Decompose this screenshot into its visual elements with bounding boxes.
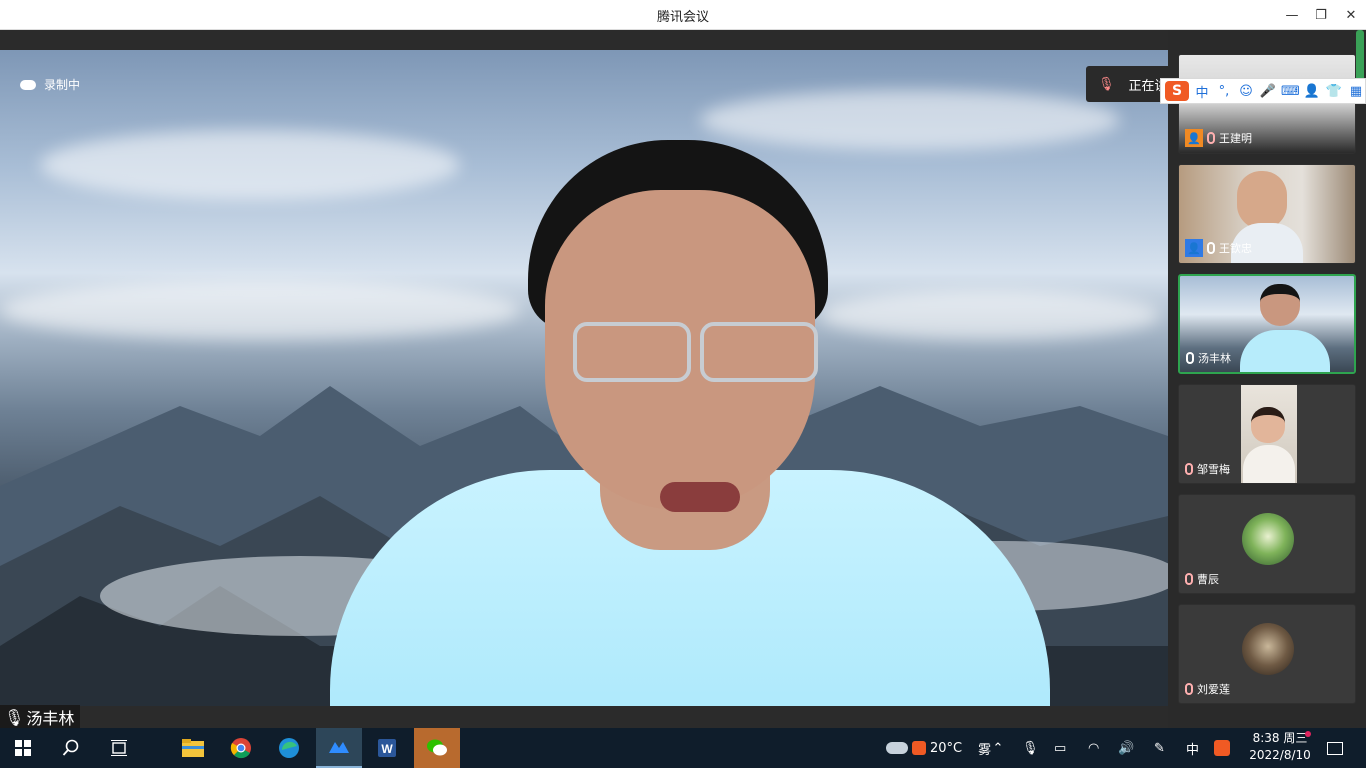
cloud-weather-icon [886,742,908,754]
word-button[interactable]: W [364,728,410,768]
glasses-right [700,322,818,382]
title-bar: 腾讯会议 — ❐ ✕ [0,0,1366,30]
participant-name: 刘爱莲 [1197,683,1230,696]
volume-icon[interactable]: 🔊 [1118,728,1134,768]
notification-dot [1305,731,1311,737]
tray-expand-button[interactable]: ⌃ [990,728,1006,768]
chrome-icon [230,738,251,759]
participant-tile[interactable]: 邹雪梅 [1178,384,1356,484]
participant-name: 曹辰 [1197,573,1219,586]
battery-icon[interactable]: ▭ [1054,728,1066,768]
pen-icon[interactable]: ✎ [1154,728,1165,768]
main-speaker-name: 汤丰林 [26,709,75,728]
weather-temp: 20°C [930,740,963,756]
speaker-mouth [660,482,740,512]
maximize-button[interactable]: ❐ [1306,0,1336,30]
participant-tile[interactable]: 👤 王建明 [1178,54,1356,154]
clock-date: 2022/8/10 [1249,748,1311,762]
edge-button[interactable] [266,728,312,768]
participant-tile[interactable]: 曹辰 [1178,494,1356,594]
word-icon: W [378,739,396,757]
chrome-button[interactable] [218,728,264,768]
cloud-icon [20,79,36,90]
minimize-button[interactable]: — [1277,0,1307,30]
participant-tile-active[interactable]: 汤丰林 [1178,274,1356,374]
panel-scrollbar[interactable] [1356,30,1364,84]
toolbox-icon[interactable]: ▦ [1347,84,1365,99]
punctuation-icon[interactable]: °, [1215,84,1233,99]
microphone-tray-icon[interactable]: 🎙 [1022,728,1039,768]
glasses-left [573,322,691,382]
recording-indicator[interactable]: 录制中 [20,76,80,93]
edge-icon [279,738,299,758]
host-icon: 👤 [1185,129,1203,147]
mic-muted-icon [1185,573,1193,585]
participant-label: 邹雪梅 [1185,461,1230,477]
skin-icon[interactable]: 👕 [1325,84,1343,99]
participant-label: 刘爱莲 [1185,681,1230,697]
start-button[interactable] [0,728,46,768]
participant-tile[interactable]: 👤 王钦忠 [1178,164,1356,264]
top-strip [0,30,1168,50]
ime-mode[interactable]: 中 [1193,82,1211,101]
keyboard-icon[interactable]: ⌨ [1281,84,1300,99]
wifi-icon[interactable]: ◠ [1088,728,1099,768]
window-title: 腾讯会议 [656,10,709,25]
wechat-icon [427,739,447,756]
search-icon [62,739,79,756]
participant-label: 👤 王钦忠 [1185,239,1252,257]
participant-avatar [1242,513,1294,565]
mic-muted-icon [1185,683,1193,695]
participant-name: 邹雪梅 [1197,463,1230,476]
weather-widget[interactable]: 20°C 雾 [886,728,991,768]
user-icon[interactable]: 👤 [1303,84,1321,99]
file-explorer-button[interactable] [170,728,216,768]
cloud-shape [40,130,460,200]
mic-muted-icon [1185,463,1193,475]
tencent-meeting-button[interactable] [316,728,362,768]
cloud-shape [700,90,1120,150]
participant-tile[interactable]: 刘爱莲 [1178,604,1356,704]
notification-center-button[interactable] [1324,728,1346,768]
recording-label: 录制中 [44,78,81,92]
svg-text:W: W [381,742,393,756]
windows-icon [15,740,31,756]
main-video[interactable] [0,50,1168,706]
participant-label: 曹辰 [1185,571,1219,587]
participant-label: 汤丰林 [1186,350,1231,366]
sogou-input-icon[interactable] [1214,728,1230,768]
cloud-shape [820,290,1160,340]
close-button[interactable]: ✕ [1336,0,1366,30]
sogou-tray-icon [912,741,926,755]
ime-indicator[interactable]: 中 [1186,728,1199,768]
mic-icon [1186,352,1194,364]
bottom-strip [0,706,1168,728]
folder-icon [182,739,204,757]
wechat-button[interactable] [414,728,460,768]
participant-avatar [1242,623,1294,675]
participant-name: 王建明 [1219,132,1252,145]
task-view-icon [111,740,127,756]
search-button[interactable] [48,728,94,768]
sogou-logo-icon[interactable]: S [1165,81,1189,101]
mic-muted-icon [1207,132,1215,144]
voice-icon[interactable]: 🎤 [1259,84,1277,99]
mic-icon: 🎙 [4,707,25,727]
mic-muted-icon: 🎙 [1098,76,1115,92]
chevron-up-icon: ⌃ [992,740,1004,756]
ime-toolbar[interactable]: S 中 °, ☺ 🎤 ⌨ 👤 👕 ▦ [1160,78,1366,104]
tencent-meeting-icon [329,742,349,753]
participant-name: 汤丰林 [1198,352,1231,365]
notification-icon [1327,741,1343,755]
mic-icon [1207,242,1215,254]
task-view-button[interactable] [96,728,142,768]
cohost-icon: 👤 [1185,239,1203,257]
participant-name: 王钦忠 [1219,242,1252,255]
cloud-shape [0,280,520,340]
app-window: 腾讯会议 — ❐ ✕ 录制中 🎙 汤丰林 👤 王建明 👤 王钦忠 汤丰林 邹雪梅… [0,0,1366,768]
main-speaker-badge: 🎙 汤丰林 [0,705,81,729]
participant-label: 👤 王建明 [1185,129,1252,147]
emoji-icon[interactable]: ☺ [1237,84,1255,99]
